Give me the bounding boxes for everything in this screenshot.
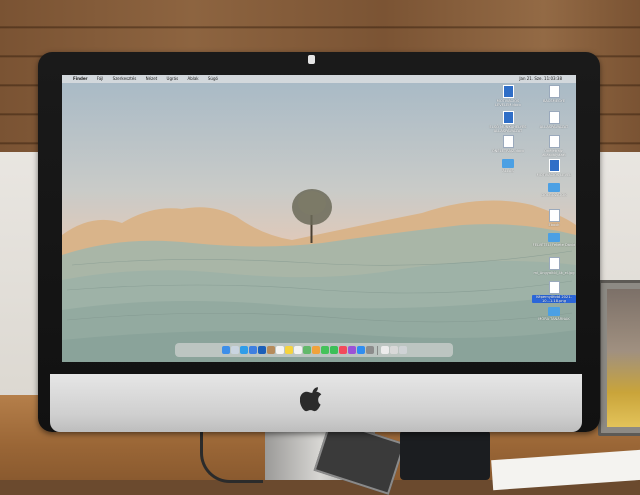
- desktop-folder[interactable]: MÓRA TANÁRNAK: [532, 307, 576, 321]
- menu-item-help[interactable]: Súgó: [208, 76, 218, 81]
- dock-outlook-icon[interactable]: [257, 346, 266, 354]
- menu-item-go[interactable]: Ugrás: [167, 76, 179, 81]
- desktop-icon-label: ELSŐ MUNKAHELYES ÁLLÁSPÁLYÁZAT: [489, 125, 527, 134]
- desktop-icon-label: mi_Angyaltól_4k_ei.jpg: [533, 271, 575, 275]
- document-icon: [548, 85, 560, 98]
- dock-separator: [376, 345, 378, 355]
- desktop-icon-label: FELVÉTELI Fekete Dávid: [532, 243, 576, 247]
- dock-trash-icon[interactable]: [398, 346, 407, 354]
- desktop-icon-label: MOTIVÁCIÓS LEVEL: [536, 173, 572, 177]
- photo-frame: [598, 280, 640, 436]
- dock-messages-icon[interactable]: [320, 346, 329, 354]
- desktop-icon-label: ÖNÉLETRAJZ.docx: [491, 149, 525, 153]
- dock-contacts-icon[interactable]: [266, 346, 275, 354]
- camera-cover: [308, 55, 315, 64]
- desktop-file[interactable]: Ebook: [532, 209, 576, 227]
- menu-bar: Finder Fájl Szerkesztés Nézet Ugrás Abla…: [62, 75, 576, 83]
- document-icon: [548, 281, 560, 294]
- folder-icon: [548, 183, 560, 192]
- desktop-icon-label: BÁCSMEGYE: [542, 99, 566, 103]
- desktop-icon-label: DOLGOZATOK: [541, 193, 567, 197]
- document-icon: [502, 135, 514, 148]
- folder-icon: [548, 233, 560, 242]
- dock-app-store-icon[interactable]: [356, 346, 365, 354]
- menu-item-window[interactable]: Ablak: [187, 76, 198, 81]
- desktop-folder[interactable]: ÁLLÁS: [486, 159, 530, 173]
- apple-logo-icon: [300, 387, 322, 412]
- desktop-folder[interactable]: FELVÉTELI Fekete Dávid: [532, 233, 576, 247]
- desk-device-dark: [400, 430, 490, 480]
- document-icon: [548, 111, 560, 124]
- dock-notes-icon[interactable]: [284, 346, 293, 354]
- dock-music-icon[interactable]: [338, 346, 347, 354]
- desktop-icon-label: Ebook: [548, 223, 560, 227]
- dock-mail-icon[interactable]: [248, 346, 257, 354]
- dock-calendar-icon[interactable]: [275, 346, 284, 354]
- desktop-file[interactable]: Képernyőfotó 2021-10...1.18.png: [532, 281, 576, 304]
- menu-item-edit[interactable]: Szerkesztés: [113, 76, 137, 81]
- cable: [200, 430, 263, 483]
- tree-icon: [292, 189, 332, 243]
- dock-finder-icon[interactable]: [221, 346, 230, 354]
- desktop-file[interactable]: ELSŐ MUNKAHELYES ÁLLÁSPÁLYÁZAT: [486, 111, 530, 133]
- dock-podcasts-icon[interactable]: [347, 346, 356, 354]
- desktop-file[interactable]: ÁLLÁSPÁLYÁZAT: [532, 111, 576, 129]
- dock-system-preferences-icon[interactable]: [365, 346, 374, 354]
- dock-facetime-icon[interactable]: [329, 346, 338, 354]
- desktop-icon-label: ÁLLÁSPÁLYÁZAT: [539, 125, 569, 129]
- desktop-screen: Finder Fájl Szerkesztés Nézet Ugrás Abla…: [62, 75, 576, 362]
- document-icon: [548, 209, 560, 222]
- desktop-icon-label: Önéletrajz, álláspályázat: [542, 149, 566, 158]
- desktop-file[interactable]: MOTIVÁCIÓS LEVELEM.docx: [486, 85, 530, 107]
- dock-launchpad-icon[interactable]: [230, 346, 239, 354]
- document-icon: [548, 159, 560, 172]
- photo-frame-picture: [607, 289, 640, 427]
- document-icon: [502, 111, 514, 124]
- dock-photos-icon[interactable]: [311, 346, 320, 354]
- document-icon: [548, 257, 560, 270]
- dock-image-icon[interactable]: [389, 346, 398, 354]
- dock-document-icon[interactable]: [380, 346, 389, 354]
- desktop-file[interactable]: ÖNÉLETRAJZ.docx: [486, 135, 530, 153]
- dock-maps-icon[interactable]: [302, 346, 311, 354]
- desktop-folder[interactable]: DOLGOZATOK: [532, 183, 576, 197]
- menu-app-name[interactable]: Finder: [73, 76, 88, 81]
- document-icon: [502, 85, 514, 98]
- dock-reminders-icon[interactable]: [293, 346, 302, 354]
- desktop-file[interactable]: BÁCSMEGYE: [532, 85, 576, 103]
- desktop-file[interactable]: Önéletrajz, álláspályázat: [532, 135, 576, 157]
- dock: [175, 343, 453, 357]
- menu-clock[interactable]: Jan 21. Sze. 11:03:38: [519, 75, 562, 83]
- menu-item-file[interactable]: Fájl: [97, 76, 104, 81]
- desktop-icon-label: ÁLLÁS: [502, 169, 514, 173]
- desktop-icon-label: MOTIVÁCIÓS LEVELEM.docx: [494, 99, 522, 108]
- desktop-file[interactable]: mi_Angyaltól_4k_ei.jpg: [532, 257, 576, 275]
- document-icon: [548, 135, 560, 148]
- desktop-icon-label: Képernyőfotó 2021-10...1.18.png: [532, 295, 576, 304]
- desktop-file[interactable]: MOTIVÁCIÓS LEVEL: [532, 159, 576, 177]
- dock-safari-icon[interactable]: [239, 346, 248, 354]
- desktop-icon-label: MÓRA TANÁRNAK: [538, 317, 570, 321]
- folder-icon: [502, 159, 514, 168]
- desktop-icons: MOTIVÁCIÓS LEVELEM.docx BÁCSMEGYE ELSŐ MUN…: [484, 83, 576, 353]
- folder-icon: [548, 307, 560, 316]
- menu-item-view[interactable]: Nézet: [146, 76, 158, 81]
